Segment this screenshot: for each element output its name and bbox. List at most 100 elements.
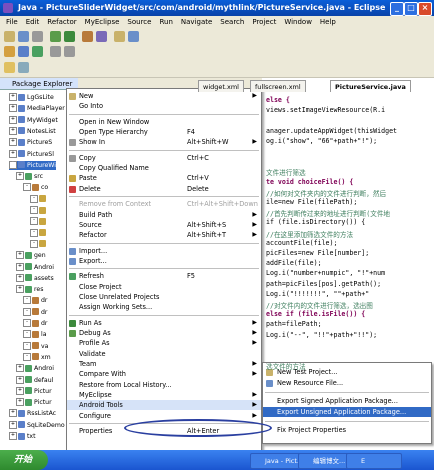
expand-toggle-icon[interactable]: + [9, 420, 17, 429]
class-icon[interactable] [18, 46, 29, 57]
expand-toggle-icon[interactable]: + [9, 93, 17, 101]
submenu-item[interactable]: Export Signed Application Package... [263, 396, 431, 406]
taskbar-task[interactable]: E [346, 453, 402, 469]
expand-toggle-icon[interactable]: - [23, 307, 31, 316]
context-menu-item[interactable]: Go Into [67, 101, 261, 111]
tree-item[interactable]: + RssListAc [9, 409, 56, 418]
context-menu-item[interactable]: Restore from Local History... [67, 380, 261, 390]
expand-toggle-icon[interactable]: + [9, 104, 17, 113]
expand-toggle-icon[interactable]: + [9, 126, 17, 135]
tree-item[interactable]: - [30, 228, 48, 238]
context-menu-item[interactable]: Import... [67, 246, 261, 256]
context-menu-item[interactable]: Open Type Hierarchy F4 [67, 127, 261, 137]
expand-toggle-icon[interactable]: + [16, 273, 24, 282]
tree-item[interactable]: + src [16, 172, 43, 181]
tree-item[interactable]: + MyWidget [9, 115, 58, 125]
expand-toggle-icon[interactable]: - [30, 217, 38, 226]
menu-refactor[interactable]: Refactor [43, 18, 80, 26]
tree-item[interactable]: + PictureWi [9, 160, 56, 170]
search-icon[interactable] [128, 31, 139, 42]
tree-item[interactable]: - [30, 217, 48, 226]
expand-toggle-icon[interactable]: - [23, 183, 31, 192]
tree-item[interactable]: - dr [23, 296, 47, 305]
context-menu-item[interactable]: Compare With ▶ [67, 369, 261, 379]
expand-toggle-icon[interactable]: - [23, 352, 31, 361]
tree-item[interactable]: + LgGsLite [9, 93, 54, 102]
tree-item[interactable]: - va [23, 341, 48, 351]
menu-run[interactable]: Run [155, 18, 176, 26]
expand-toggle-icon[interactable]: + [9, 409, 17, 418]
editor-tab[interactable]: PictureService.java [330, 80, 411, 92]
context-menu-item[interactable]: Profile As ▶ [67, 338, 261, 348]
tree-item[interactable]: + assets [16, 273, 54, 283]
forward-icon[interactable] [64, 46, 75, 57]
context-menu-item[interactable]: Open in New Window [67, 117, 261, 127]
open-type-icon[interactable] [114, 31, 125, 42]
print-icon[interactable] [32, 31, 43, 42]
save-icon[interactable] [18, 31, 29, 42]
context-menu-item[interactable]: Team ▶ [67, 359, 261, 369]
context-menu-item[interactable]: Copy Ctrl+C [67, 153, 261, 163]
expand-toggle-icon[interactable]: + [16, 262, 24, 271]
menu-window[interactable]: Window [280, 18, 316, 26]
new-icon[interactable] [4, 31, 15, 42]
android-icon[interactable] [32, 46, 43, 57]
context-menu-item[interactable]: Validate [67, 349, 261, 359]
expand-toggle-icon[interactable]: + [16, 364, 24, 373]
folder-icon[interactable] [4, 46, 15, 57]
maximize-button[interactable]: □ [404, 2, 418, 16]
expand-toggle-icon[interactable]: + [9, 115, 17, 124]
tree-item[interactable]: - dr [23, 307, 47, 317]
expand-toggle-icon[interactable]: - [23, 341, 31, 350]
tree-item[interactable]: - la [23, 330, 47, 339]
expand-toggle-icon[interactable]: + [16, 172, 24, 181]
tree-item[interactable]: - co [23, 183, 48, 192]
task-icon[interactable] [18, 62, 29, 73]
tree-item[interactable]: + res [16, 285, 43, 294]
tree-item[interactable]: + PictureS [9, 138, 52, 147]
tree-item[interactable]: - [30, 194, 48, 204]
tree-item[interactable]: + Androi [16, 364, 54, 373]
minimize-button[interactable]: _ [390, 2, 404, 16]
run-icon[interactable] [64, 31, 75, 42]
submenu-item[interactable]: Fix Project Properties [263, 425, 431, 435]
menu-navigate[interactable]: Navigate [177, 18, 216, 26]
expand-toggle-icon[interactable]: + [16, 375, 24, 384]
expand-toggle-icon[interactable]: + [9, 432, 17, 440]
expand-toggle-icon[interactable]: + [9, 138, 17, 147]
editor-tab[interactable]: fullscreen.xml [250, 80, 306, 92]
menu-help[interactable]: Help [316, 18, 340, 26]
context-menu-item[interactable]: Android Tools ▶ [67, 400, 261, 411]
expand-toggle-icon[interactable]: - [23, 330, 31, 339]
tree-item[interactable]: - [30, 239, 48, 249]
context-menu-item[interactable]: Delete Delete [67, 184, 261, 194]
context-menu-item[interactable]: Run As ▶ [67, 318, 261, 328]
expand-toggle-icon[interactable]: - [30, 228, 38, 237]
close-button[interactable]: × [418, 2, 432, 16]
start-button[interactable]: 开始 [0, 450, 48, 470]
editor-tab[interactable]: widget.xml [198, 80, 244, 92]
context-menu-item[interactable]: Close Unrelated Projects [67, 292, 261, 302]
tree-item[interactable]: + NotesList [9, 126, 56, 136]
tree-item[interactable]: - xm [23, 352, 51, 362]
menu-file[interactable]: File [2, 18, 22, 26]
expand-toggle-icon[interactable]: + [16, 285, 24, 294]
tree-item[interactable]: + txt [9, 432, 36, 441]
tree-item[interactable]: + Pictur [16, 398, 52, 407]
tree-item[interactable]: + PictureSl [9, 149, 54, 159]
expand-toggle-icon[interactable]: - [23, 319, 31, 327]
context-menu-item[interactable]: Source Alt+Shift+S ▶ [67, 220, 261, 230]
submenu-item[interactable]: New Resource File... [263, 378, 431, 388]
tree-item[interactable]: + Androi [16, 262, 54, 272]
context-menu-item[interactable]: Build Path ▶ [67, 210, 261, 220]
expand-toggle-icon[interactable]: - [30, 194, 38, 203]
server-icon[interactable] [82, 31, 93, 42]
package-icon[interactable] [96, 31, 107, 42]
bookmark-icon[interactable] [4, 62, 15, 73]
expand-toggle-icon[interactable]: + [16, 386, 24, 395]
tree-item[interactable]: - [30, 206, 48, 215]
tree-item[interactable]: + defaul [16, 375, 53, 385]
context-menu-item[interactable]: Close Project [67, 282, 261, 292]
debug-icon[interactable] [50, 31, 61, 42]
context-menu-item[interactable]: Refresh F5 [67, 271, 261, 281]
